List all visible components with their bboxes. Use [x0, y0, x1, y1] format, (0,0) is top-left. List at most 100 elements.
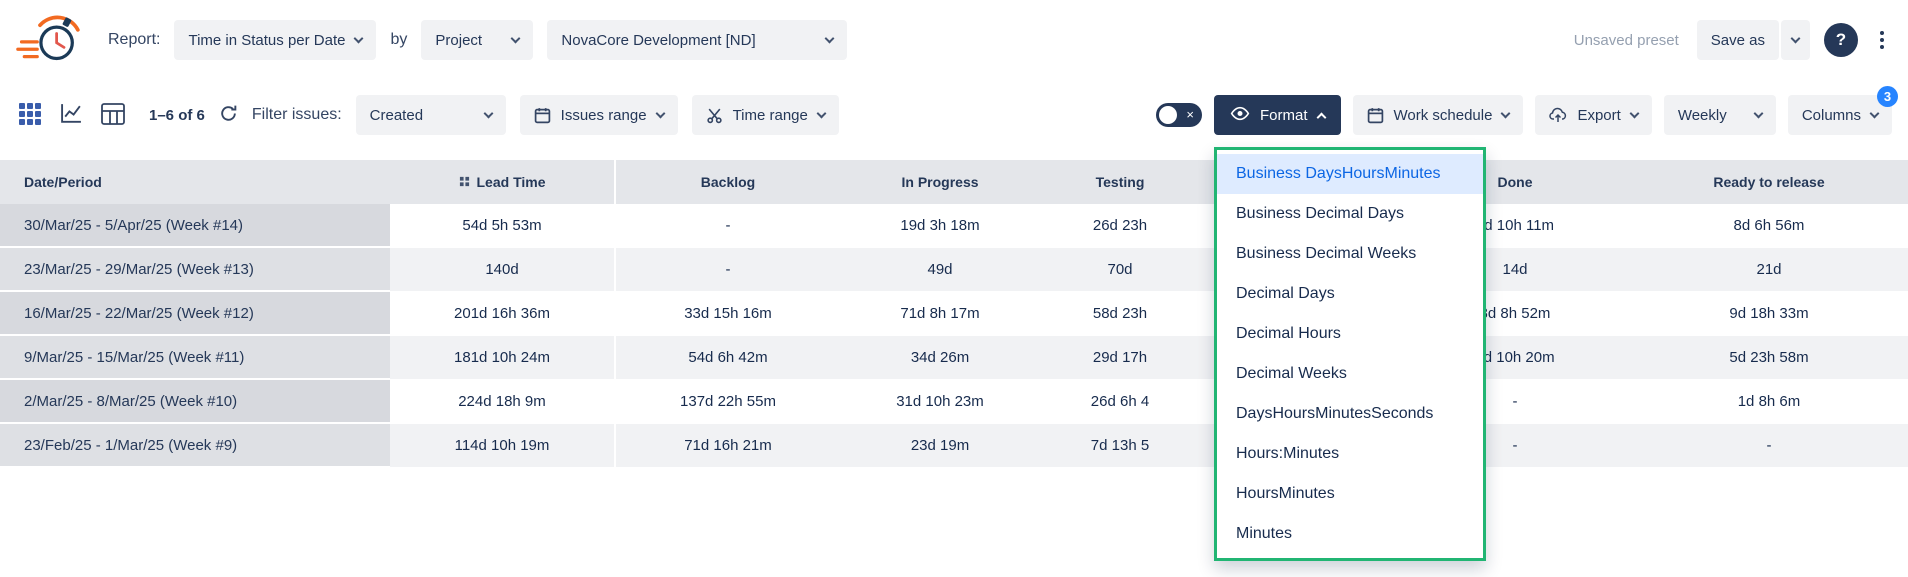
value-cell[interactable]: 201d 16h 36m [390, 292, 616, 336]
toggle-knob [1159, 106, 1177, 124]
period-cell: 30/Mar/25 - 5/Apr/25 (Week #14) [0, 204, 390, 248]
value-cell[interactable]: 33d 15h 16m [616, 292, 840, 336]
grid-view-icon [18, 102, 42, 129]
value-cell[interactable]: 54d 6h 42m [616, 336, 840, 380]
value-cell[interactable]: 58d 23h [1040, 292, 1200, 336]
chevron-down-icon [354, 33, 364, 43]
filter-field-dropdown[interactable]: Created [356, 95, 506, 135]
value-cell[interactable]: 8d 6h 56m [1630, 204, 1908, 248]
timesheet-view-button[interactable] [99, 101, 127, 130]
value-cell[interactable]: - [616, 248, 840, 292]
chart-view-button[interactable] [58, 101, 85, 129]
report-type-value: Time in Status per Date [188, 32, 345, 49]
period-cell: 9/Mar/25 - 15/Mar/25 (Week #11) [0, 336, 390, 380]
format-menu-item[interactable]: Decimal Days [1217, 274, 1483, 314]
timesheet-grid-icon [101, 103, 125, 128]
period-cell: 23/Mar/25 - 29/Mar/25 (Week #13) [0, 248, 390, 292]
value-cell[interactable]: 29d 17h [1040, 336, 1200, 380]
value-cell[interactable]: 137d 22h 55m [616, 380, 840, 424]
chevron-down-icon [1501, 108, 1511, 118]
column-header-testing[interactable]: Testing [1040, 160, 1200, 204]
format-menu-item[interactable]: Business Decimal Days [1217, 194, 1483, 234]
value-cell[interactable]: - [1630, 424, 1908, 468]
compact-view-toggle[interactable]: × [1156, 103, 1202, 127]
value-cell[interactable]: 26d 23h [1040, 204, 1200, 248]
format-menu-item[interactable]: HoursMinutes [1217, 474, 1483, 514]
table-header-row: Date/Period Lead Time Backlog In Progres… [0, 160, 1908, 204]
toolbar-right-group: × Format Business DaysHoursMinutes Busin… [1156, 95, 1892, 135]
save-as-menu-button[interactable] [1781, 20, 1810, 60]
value-cell[interactable]: 7d 13h 5 [1040, 424, 1200, 468]
value-cell[interactable]: 114d 10h 19m [390, 424, 616, 468]
filter-issues-label: Filter issues: [252, 106, 342, 124]
value-cell[interactable]: 71d 16h 21m [616, 424, 840, 468]
chevron-up-icon [1316, 112, 1326, 122]
period-dropdown[interactable]: Weekly [1664, 95, 1776, 135]
chevron-down-icon [1870, 108, 1880, 118]
format-menu-item[interactable]: Hours:Minutes [1217, 434, 1483, 474]
value-cell[interactable]: 70d [1040, 248, 1200, 292]
report-type-dropdown[interactable]: Time in Status per Date [174, 20, 376, 60]
value-cell[interactable]: 71d 8h 17m [840, 292, 1040, 336]
column-grip-icon [459, 174, 470, 190]
format-menu-item[interactable]: Business DaysHoursMinutes [1217, 154, 1483, 194]
value-cell[interactable]: 34d 26m [840, 336, 1040, 380]
stopwatch-logo-icon [16, 13, 88, 67]
report-table: Date/Period Lead Time Backlog In Progres… [0, 160, 1908, 468]
format-menu-item[interactable]: Decimal Weeks [1217, 354, 1483, 394]
save-as-split-button: Save as [1697, 20, 1810, 60]
columns-label: Columns [1802, 107, 1861, 124]
refresh-button[interactable] [219, 104, 238, 126]
format-menu-item[interactable]: DaysHoursMinutesSeconds [1217, 394, 1483, 434]
save-as-label: Save as [1711, 32, 1765, 49]
help-button[interactable]: ? [1824, 23, 1858, 57]
time-range-label: Time range [733, 107, 808, 124]
value-cell[interactable]: 26d 6h 4 [1040, 380, 1200, 424]
value-cell[interactable]: 49d [840, 248, 1040, 292]
format-menu-item[interactable]: Business Decimal Weeks [1217, 234, 1483, 274]
column-header-lead-time[interactable]: Lead Time [390, 160, 616, 204]
value-cell[interactable]: 54d 5h 53m [390, 204, 616, 248]
format-menu-item[interactable]: Minutes [1217, 514, 1483, 554]
value-cell[interactable]: 1d 8h 6m [1630, 380, 1908, 424]
project-dropdown[interactable]: NovaCore Development [ND] [547, 20, 847, 60]
issues-range-dropdown[interactable]: Issues range [520, 95, 678, 135]
value-cell[interactable]: 224d 18h 9m [390, 380, 616, 424]
more-options-button[interactable] [1872, 24, 1892, 56]
columns-dropdown[interactable]: Columns [1788, 95, 1892, 135]
chevron-down-icon [655, 108, 665, 118]
value-cell[interactable]: 23d 19m [840, 424, 1040, 468]
column-header-label: Lead Time [477, 174, 546, 190]
group-by-dropdown[interactable]: Project [421, 20, 533, 60]
value-cell[interactable]: 19d 3h 18m [840, 204, 1040, 248]
kebab-icon [1880, 31, 1884, 49]
chevron-down-icon [1753, 108, 1763, 118]
group-by-value: Project [435, 32, 482, 49]
column-header-date-period[interactable]: Date/Period [0, 160, 390, 204]
export-dropdown[interactable]: Export [1535, 95, 1651, 135]
column-header-backlog[interactable]: Backlog [616, 160, 840, 204]
preset-status: Unsaved preset [1574, 32, 1679, 49]
save-as-button[interactable]: Save as [1697, 20, 1779, 60]
table-view-button[interactable] [16, 100, 44, 131]
work-schedule-dropdown[interactable]: Work schedule [1353, 95, 1524, 135]
chevron-down-icon [825, 33, 835, 43]
value-cell[interactable]: 21d [1630, 248, 1908, 292]
value-cell[interactable]: 181d 10h 24m [390, 336, 616, 380]
table-row: 16/Mar/25 - 22/Mar/25 (Week #12) 201d 16… [0, 292, 1908, 336]
value-cell[interactable]: 9d 18h 33m [1630, 292, 1908, 336]
format-control: Format Business DaysHoursMinutes Busines… [1214, 95, 1341, 135]
time-range-dropdown[interactable]: Time range [692, 95, 839, 135]
value-cell[interactable]: 31d 10h 23m [840, 380, 1040, 424]
column-header-in-progress[interactable]: In Progress [840, 160, 1040, 204]
table-row: 2/Mar/25 - 8/Mar/25 (Week #10) 224d 18h … [0, 380, 1908, 424]
format-menu-item[interactable]: Decimal Hours [1217, 314, 1483, 354]
value-cell[interactable]: - [616, 204, 840, 248]
project-value: NovaCore Development [ND] [561, 32, 755, 49]
format-button[interactable]: Format [1214, 95, 1341, 135]
value-cell[interactable]: 5d 23h 58m [1630, 336, 1908, 380]
pagination-status: 1–6 of 6 [149, 107, 205, 124]
line-chart-icon [60, 103, 83, 127]
value-cell[interactable]: 140d [390, 248, 616, 292]
column-header-ready-to-release[interactable]: Ready to release [1630, 160, 1908, 204]
